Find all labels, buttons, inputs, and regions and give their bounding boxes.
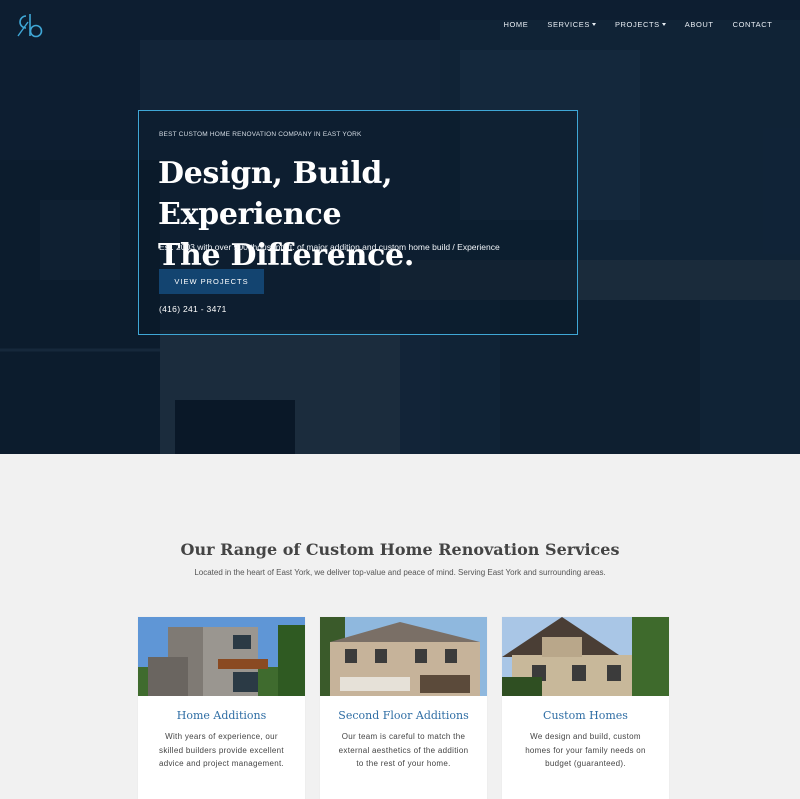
second-floor-additions-title[interactable]: Second Floor Additions: [320, 709, 487, 722]
caret-down-icon: [591, 23, 596, 26]
hero-subline: Est. 2003 with over 900 thousand ft. of …: [159, 242, 500, 252]
nav-projects-dropdown[interactable]: PROJECTS: [605, 20, 675, 29]
service-card-home-additions[interactable]: Home Additions With years of experience,…: [138, 617, 305, 799]
nav-services-label: SERVICES: [547, 20, 590, 29]
service-card-second-floor-additions[interactable]: Second Floor Additions Our team is caref…: [320, 617, 487, 799]
home-additions-text: With years of experience, our skilled bu…: [158, 732, 285, 768]
hero-headline-line1: Design, Build, Experience: [158, 156, 393, 232]
view-projects-button[interactable]: VIEW PROJECTS: [159, 269, 264, 294]
nav-home[interactable]: HOME: [494, 20, 538, 29]
company-logo[interactable]: [14, 12, 46, 40]
services-subheading: Located in the heart of East York, we de…: [194, 568, 606, 577]
hero-headline: Design, Build, Experience The Difference…: [158, 153, 568, 276]
services-heading: Our Range of Custom Home Renovation Serv…: [180, 540, 620, 559]
hero-eyebrow: BEST CUSTOM HOME RENOVATION COMPANY IN E…: [159, 131, 362, 138]
second-floor-additions-photo: [320, 617, 487, 696]
custom-homes-title[interactable]: Custom Homes: [502, 709, 669, 722]
nav-services-dropdown[interactable]: SERVICES: [538, 20, 606, 29]
custom-homes-photo: [502, 617, 669, 696]
nav-contact[interactable]: CONTACT: [723, 20, 782, 29]
nav-home-label: HOME: [503, 20, 529, 29]
nav-about-label: ABOUT: [684, 20, 714, 29]
caret-down-icon: [661, 23, 666, 26]
nav-about[interactable]: ABOUT: [675, 20, 723, 29]
hero-callout-box: BEST CUSTOM HOME RENOVATION COMPANY IN E…: [138, 110, 578, 335]
home-additions-title[interactable]: Home Additions: [138, 709, 305, 722]
service-card-custom-homes[interactable]: Custom Homes We design and build, custom…: [502, 617, 669, 799]
nav-projects-label: PROJECTS: [614, 20, 660, 29]
second-floor-additions-text: Our team is careful to match the externa…: [338, 732, 469, 768]
main-navigation: HOME SERVICES PROJECTS ABOUT CONTACT: [494, 20, 782, 29]
custom-homes-text: We design and build, custom homes for yo…: [525, 732, 646, 768]
phone-number[interactable]: (416) 241 - 3471: [159, 304, 227, 314]
nav-contact-label: CONTACT: [732, 20, 773, 29]
home-additions-photo: [138, 617, 305, 696]
